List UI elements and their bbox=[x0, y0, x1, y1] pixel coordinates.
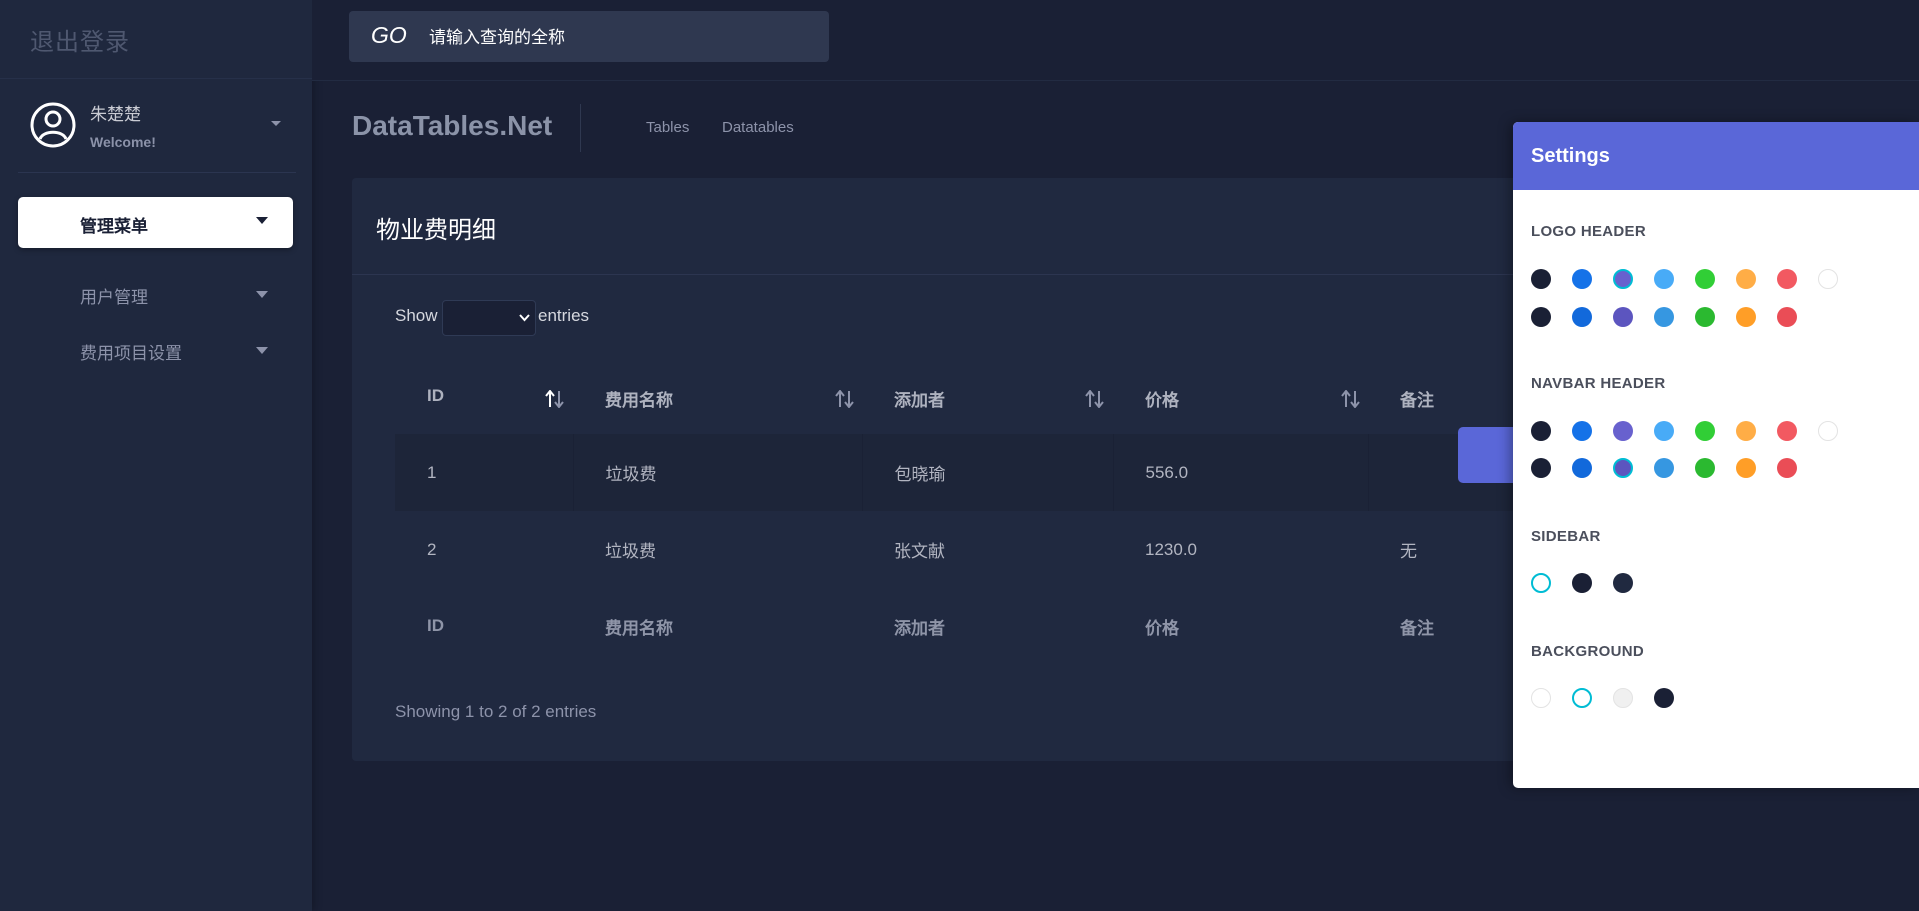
color-swatch[interactable] bbox=[1695, 421, 1715, 441]
column-header-fee-name[interactable]: 费用名称 bbox=[573, 358, 862, 434]
table-cell: 556.0 bbox=[1112, 434, 1368, 511]
page-length-select[interactable] bbox=[442, 300, 536, 336]
logout-link[interactable]: 退出登录 bbox=[30, 22, 130, 57]
sidebar-title: SIDEBAR bbox=[1531, 528, 1601, 545]
color-swatch[interactable] bbox=[1654, 269, 1674, 289]
color-swatch[interactable] bbox=[1613, 573, 1633, 593]
table-cell: 垃圾费 bbox=[572, 434, 862, 511]
footer-cell: 费用名称 bbox=[605, 618, 673, 638]
color-swatch[interactable] bbox=[1736, 307, 1756, 327]
color-swatch[interactable] bbox=[1572, 269, 1592, 289]
breadcrumb-tables[interactable]: Tables bbox=[646, 119, 689, 136]
sort-icon bbox=[835, 390, 854, 408]
color-swatch[interactable] bbox=[1818, 421, 1838, 441]
data-table: ID 费用名称 添加者 价格 备注 1 垃圾费 包晓瑜 556.0 2 垃圾费 … bbox=[395, 358, 1548, 664]
footer-cell: 价格 bbox=[1145, 618, 1179, 638]
color-swatch[interactable] bbox=[1695, 458, 1715, 478]
caret-down-icon[interactable] bbox=[256, 291, 268, 299]
table-info: Showing 1 to 2 of 2 entries bbox=[395, 702, 597, 721]
admin-menu-button[interactable]: 管理菜单 bbox=[18, 197, 293, 248]
table-header-row: ID 费用名称 添加者 价格 备注 bbox=[395, 358, 1548, 434]
color-swatch[interactable] bbox=[1777, 421, 1797, 441]
color-swatch[interactable] bbox=[1777, 458, 1797, 478]
navbar-header-title: NAVBAR HEADER bbox=[1531, 375, 1666, 392]
table-cell: 1230.0 bbox=[1145, 539, 1197, 559]
admin-menu-label: 管理菜单 bbox=[80, 217, 148, 236]
column-header-creator[interactable]: 添加者 bbox=[862, 358, 1113, 434]
color-swatch[interactable] bbox=[1572, 573, 1592, 593]
table-cell: 1 bbox=[395, 434, 573, 511]
table-cell: 张文献 bbox=[894, 542, 945, 561]
table-row: 1 垃圾费 包晓瑜 556.0 bbox=[395, 434, 1548, 511]
color-swatch[interactable] bbox=[1695, 269, 1715, 289]
color-swatch[interactable] bbox=[1531, 421, 1551, 441]
sidebar-item-user-management[interactable]: 用户管理 bbox=[80, 283, 148, 308]
color-swatch[interactable] bbox=[1736, 458, 1756, 478]
color-swatch[interactable] bbox=[1777, 269, 1797, 289]
caret-down-icon[interactable] bbox=[270, 120, 282, 128]
sidebar-item-fee-settings[interactable]: 费用项目设置 bbox=[80, 339, 182, 364]
color-swatch[interactable] bbox=[1613, 688, 1633, 708]
color-swatch[interactable] bbox=[1531, 688, 1551, 708]
color-swatch[interactable] bbox=[1654, 421, 1674, 441]
color-swatch[interactable] bbox=[1654, 458, 1674, 478]
color-swatch[interactable] bbox=[1572, 458, 1592, 478]
user-welcome: Welcome! bbox=[90, 134, 156, 150]
color-swatch[interactable] bbox=[1531, 269, 1551, 289]
sort-icon bbox=[545, 390, 564, 408]
color-swatch[interactable] bbox=[1531, 458, 1551, 478]
user-name: 朱楚楚 bbox=[90, 105, 141, 124]
color-swatch[interactable] bbox=[1613, 421, 1633, 441]
entries-label: entries bbox=[538, 306, 590, 325]
divider bbox=[580, 104, 581, 152]
card-title: 物业费明细 bbox=[376, 217, 496, 244]
caret-down-icon bbox=[256, 217, 268, 224]
color-swatch[interactable] bbox=[1736, 421, 1756, 441]
table-footer-row: ID 费用名称 添加者 价格 备注 bbox=[395, 588, 1548, 664]
settings-panel: Settings LOGO HEADER NAVBAR HEADER SIDEB… bbox=[1513, 122, 1919, 788]
sort-icon bbox=[1085, 390, 1104, 408]
show-label: Show bbox=[395, 306, 438, 325]
table-cell: 2 bbox=[427, 539, 437, 559]
footer-cell: 添加者 bbox=[894, 618, 945, 638]
card-header: 物业费明细 bbox=[352, 178, 1672, 275]
color-swatch[interactable] bbox=[1572, 688, 1592, 708]
user-avatar-icon bbox=[30, 102, 76, 148]
color-swatch[interactable] bbox=[1613, 307, 1633, 327]
logo-header-title: LOGO HEADER bbox=[1531, 223, 1646, 240]
color-swatch[interactable] bbox=[1572, 421, 1592, 441]
user-panel[interactable]: 朱楚楚 Welcome! bbox=[18, 94, 296, 173]
chevron-down-icon bbox=[519, 314, 530, 322]
table-cell: 包晓瑜 bbox=[861, 434, 1113, 511]
color-swatch[interactable] bbox=[1736, 269, 1756, 289]
color-swatch[interactable] bbox=[1777, 307, 1797, 327]
color-swatch[interactable] bbox=[1818, 269, 1838, 289]
breadcrumb-datatables[interactable]: Datatables bbox=[722, 119, 794, 136]
column-header-price[interactable]: 价格 bbox=[1113, 358, 1368, 434]
sort-icon bbox=[1341, 390, 1360, 408]
background-title: BACKGROUND bbox=[1531, 643, 1644, 660]
column-header-id[interactable]: ID bbox=[395, 358, 573, 434]
caret-down-icon[interactable] bbox=[256, 347, 268, 355]
logo-header: 退出登录 bbox=[0, 0, 312, 79]
color-swatch[interactable] bbox=[1613, 458, 1633, 478]
settings-title: Settings bbox=[1513, 122, 1919, 190]
sidebar: 退出登录 朱楚楚 Welcome! 管理菜单 用户管理 费用项目设置 bbox=[0, 0, 312, 911]
table-row: 2 垃圾费 张文献 1230.0 无 bbox=[395, 511, 1548, 588]
search-go-button[interactable]: GO bbox=[371, 22, 407, 49]
table-cell: 垃圾费 bbox=[605, 542, 656, 561]
page-title: DataTables.Net bbox=[352, 110, 553, 141]
color-swatch[interactable] bbox=[1613, 269, 1633, 289]
color-swatch[interactable] bbox=[1531, 307, 1551, 327]
color-swatch[interactable] bbox=[1572, 307, 1592, 327]
search-input[interactable] bbox=[427, 24, 811, 52]
color-swatch[interactable] bbox=[1654, 307, 1674, 327]
color-swatch[interactable] bbox=[1531, 573, 1551, 593]
search-bar: GO bbox=[349, 11, 829, 62]
footer-cell: ID bbox=[427, 616, 444, 635]
color-swatch[interactable] bbox=[1695, 307, 1715, 327]
top-navbar: GO bbox=[312, 0, 1919, 81]
color-swatch[interactable] bbox=[1654, 688, 1674, 708]
